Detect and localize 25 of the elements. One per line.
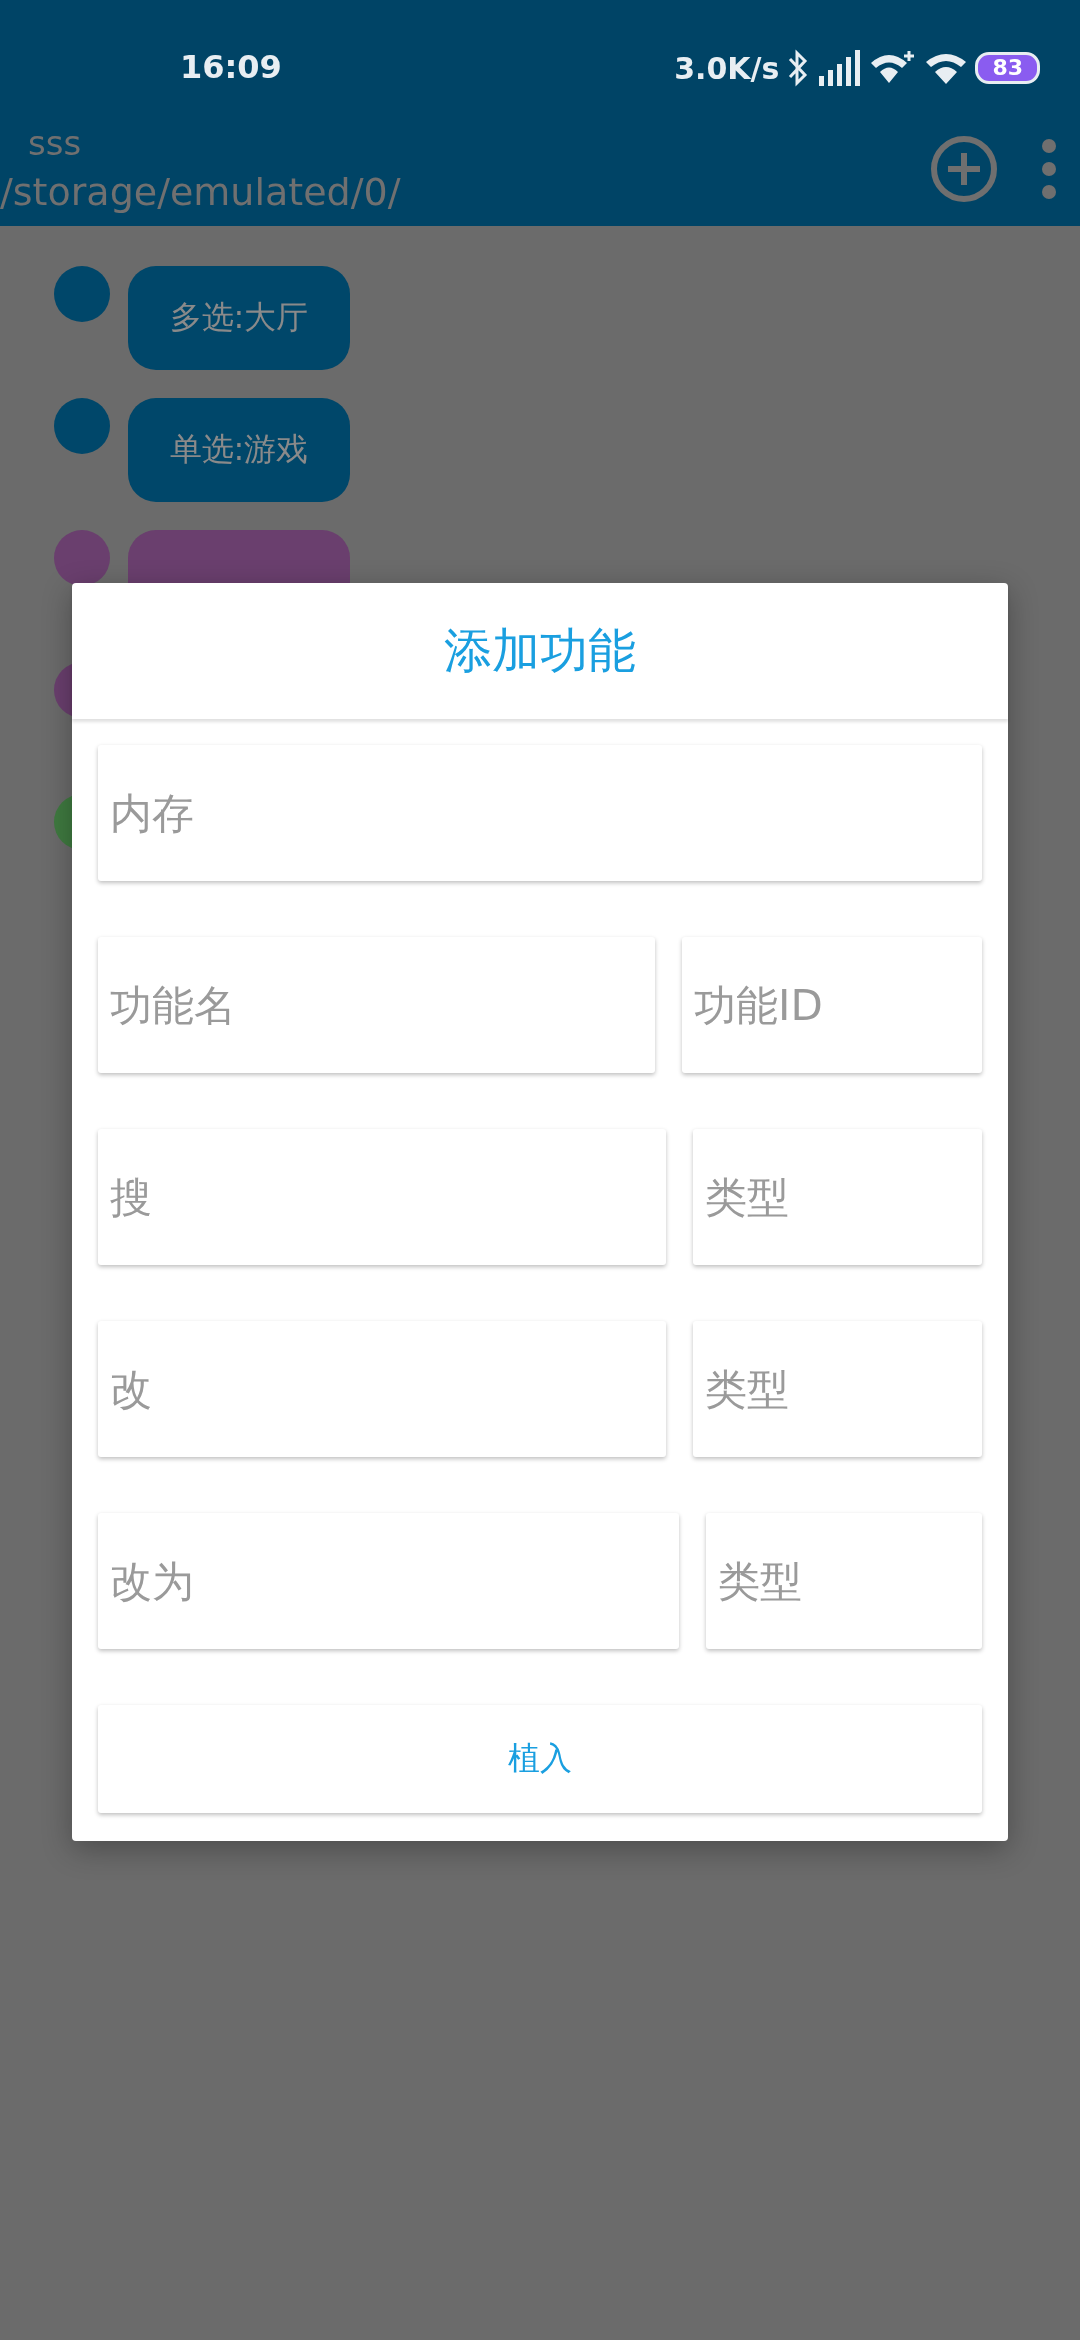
input-field[interactable]: 类型	[706, 1513, 982, 1649]
signal-icon	[817, 48, 862, 88]
item-dot[interactable]	[54, 530, 110, 586]
input-field[interactable]: 改为	[98, 1513, 679, 1649]
item-dot[interactable]	[54, 398, 110, 454]
item-chip[interactable]: 单选:游戏	[128, 398, 350, 502]
network-speed: 3.0K/s	[674, 50, 780, 86]
input-field[interactable]: 内存	[98, 745, 982, 881]
dialog-title: 添加功能	[444, 621, 636, 680]
item-dot[interactable]	[54, 266, 110, 322]
more-icon[interactable]	[1042, 139, 1056, 199]
item-chip[interactable]: 多选:大厅	[128, 266, 350, 370]
battery-indicator: 83	[975, 52, 1040, 84]
add-icon[interactable]	[930, 135, 998, 203]
app-title: sss	[27, 122, 83, 165]
input-field[interactable]: 功能名	[98, 937, 655, 1073]
clock: 16:09	[180, 48, 282, 86]
input-field[interactable]: 功能ID	[682, 937, 982, 1073]
input-field[interactable]: 改	[98, 1321, 666, 1457]
input-field[interactable]: 搜	[98, 1129, 666, 1265]
bluetooth-icon	[787, 49, 810, 87]
input-field[interactable]: 类型	[693, 1129, 982, 1265]
folder-path: /storage/emulated/0/	[0, 169, 402, 216]
input-field[interactable]: 类型	[693, 1321, 982, 1457]
implant-button[interactable]: 植入	[98, 1705, 982, 1813]
